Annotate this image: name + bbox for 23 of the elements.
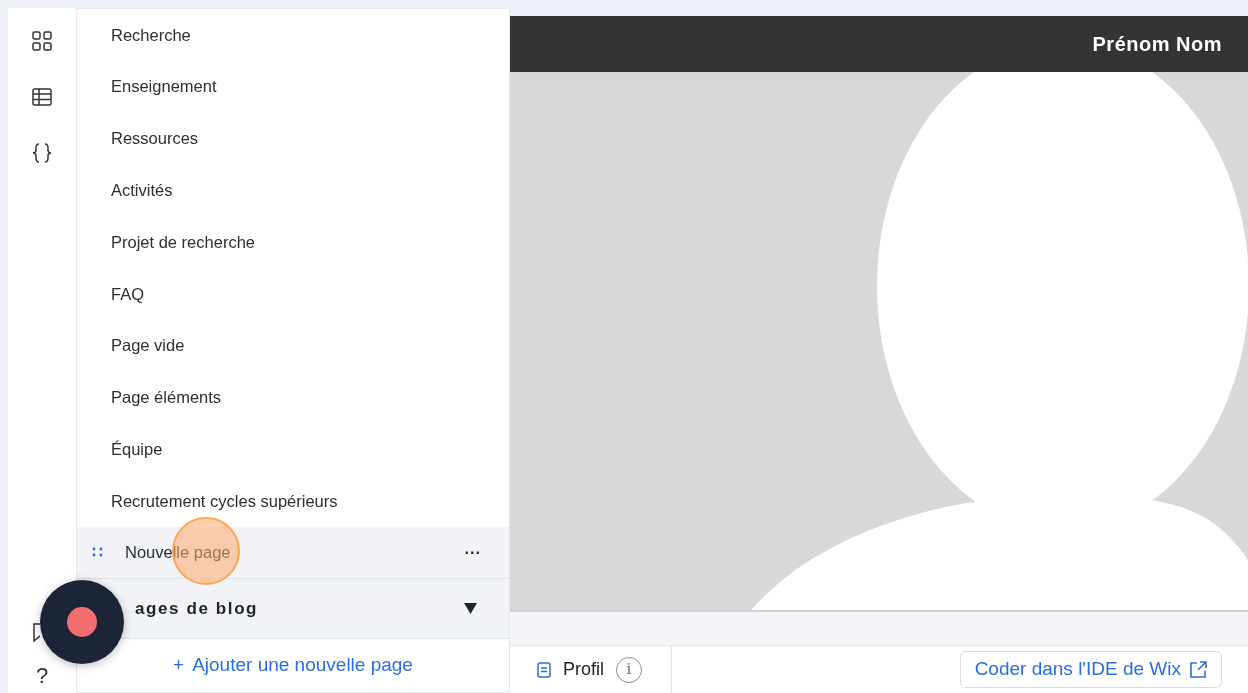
page-item[interactable]: Ressources	[77, 112, 509, 165]
table-icon[interactable]	[31, 86, 53, 108]
page-item[interactable]: Équipe	[77, 423, 509, 476]
page-icon	[537, 661, 551, 678]
page-item[interactable]: Recherche	[77, 9, 509, 61]
page-item[interactable]: FAQ	[77, 268, 509, 320]
braces-icon[interactable]	[31, 142, 53, 164]
add-page-button[interactable]: + Ajouter une nouvelle page	[167, 647, 419, 684]
help-button[interactable]: ?	[35, 665, 49, 687]
page-item[interactable]: Page vide	[77, 319, 509, 372]
code-ide-button[interactable]: Coder dans l'IDE de Wix	[959, 651, 1222, 688]
page-item[interactable]: Enseignement	[77, 60, 509, 113]
page-name: Profil	[563, 658, 604, 681]
site-title: Prénom Nom	[1092, 32, 1222, 57]
page-item[interactable]: Page éléments	[77, 371, 509, 424]
page-item[interactable]: Recrutement cycles supérieurs	[77, 475, 509, 527]
external-link-icon	[1189, 660, 1207, 679]
page-item[interactable]: Projet de recherche	[77, 216, 509, 268]
page-item[interactable]: Activités	[77, 164, 509, 217]
more-button[interactable]: ···	[464, 540, 481, 565]
grid-icon[interactable]	[31, 30, 53, 52]
caret-icon	[464, 602, 477, 614]
chat-icon[interactable]	[31, 621, 40, 643]
